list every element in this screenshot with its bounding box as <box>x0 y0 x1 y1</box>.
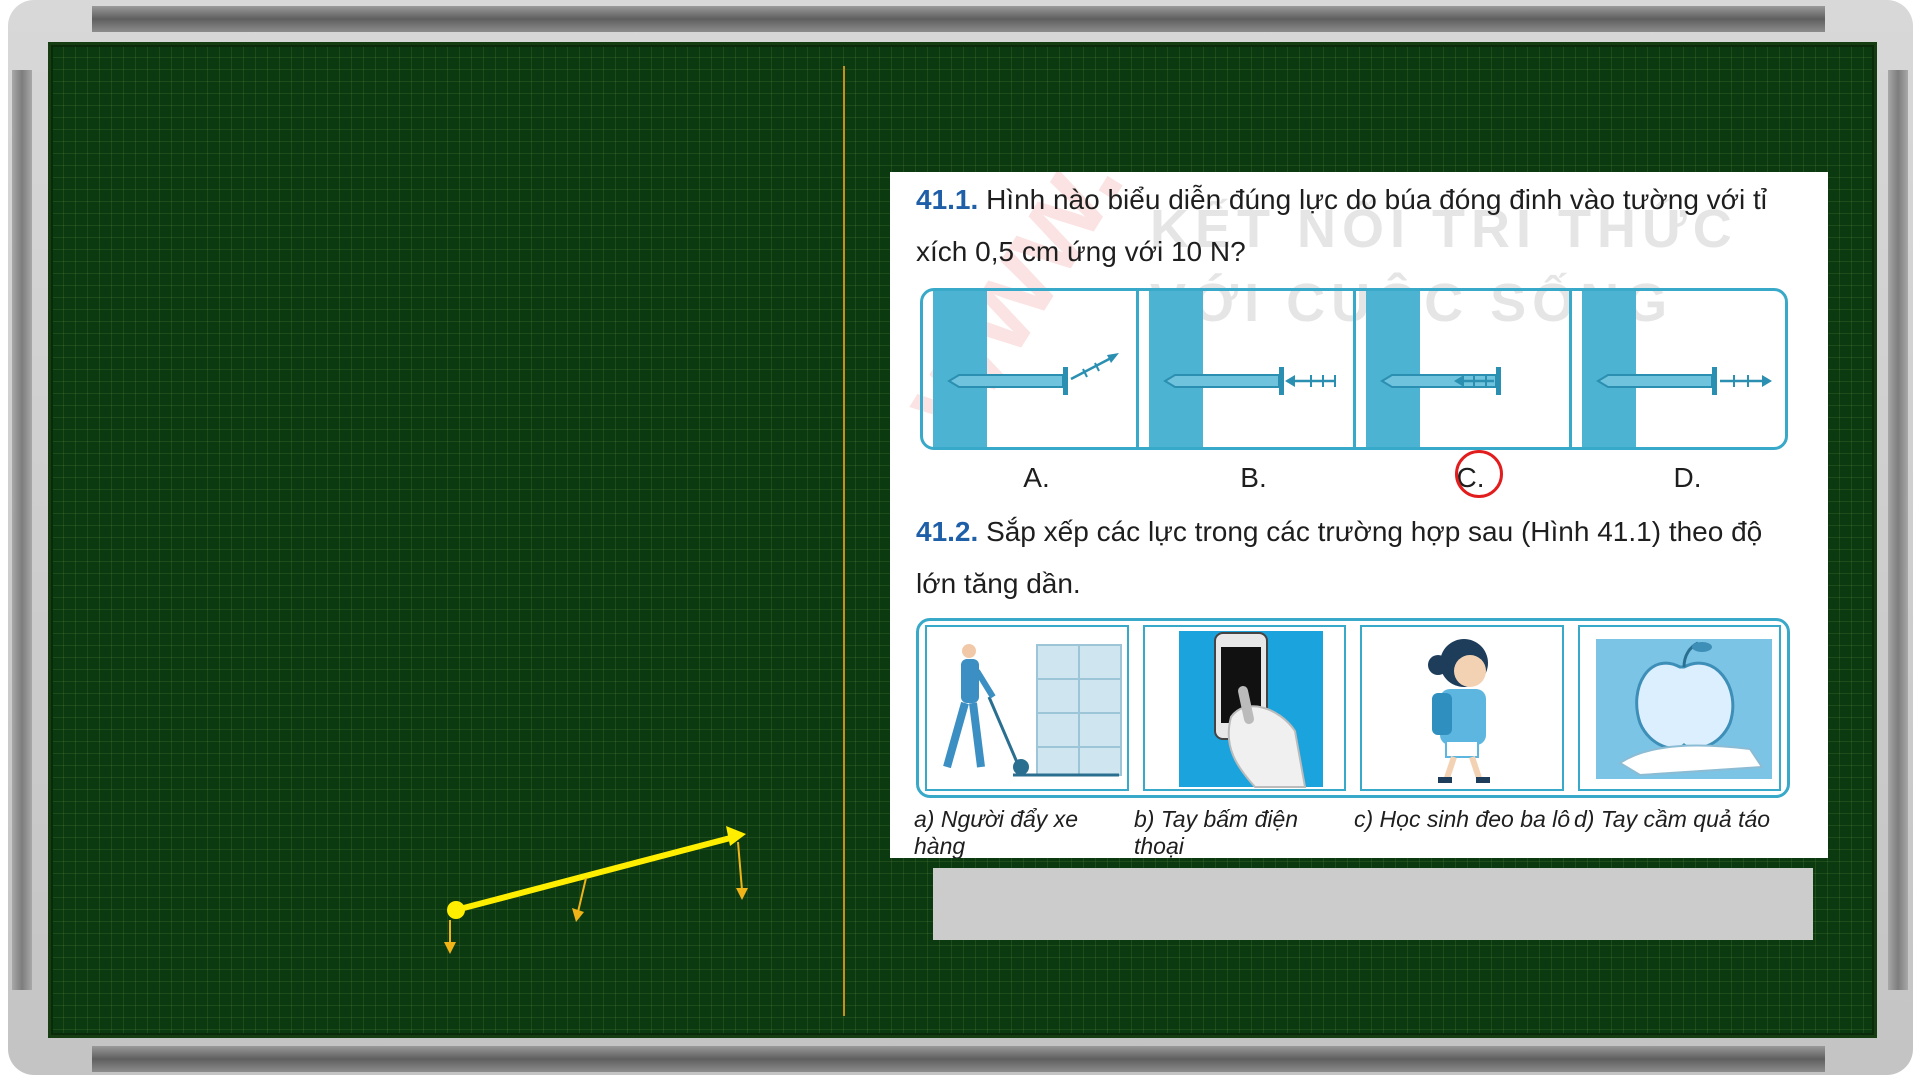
hand-apple-icon <box>1595 639 1772 779</box>
answer-options-box <box>920 288 1788 450</box>
question-number: 41.1. <box>916 184 979 215</box>
option-d-figure[interactable] <box>1572 291 1785 447</box>
caption-d: d) Tay cầm quả táo <box>1574 806 1771 832</box>
student-backpack-icon <box>1428 639 1490 783</box>
caption-a: a) Người đẩy xe hàng <box>914 806 1078 858</box>
force-origin-point <box>447 901 465 919</box>
person-cart-icon <box>943 644 1122 777</box>
small-arrow-3 <box>737 841 743 891</box>
option-b-label[interactable]: B. <box>1137 454 1354 502</box>
option-labels: A. B. C. D. <box>920 454 1788 502</box>
force-vector-line <box>455 833 739 913</box>
picture-hand-apple <box>1577 625 1781 791</box>
worksheet-panel: KẾT NỐI TRI THỨC VỚI CUỘC SỐNG www.E.Lib… <box>890 172 1828 858</box>
option-a-figure[interactable] <box>923 291 1140 447</box>
caption-c: c) Học sinh đeo ba lô <box>1354 806 1571 832</box>
option-b-figure[interactable] <box>1139 291 1356 447</box>
option-c-figure[interactable] <box>1356 291 1572 447</box>
question-text: Sắp xếp các lực trong các trường hợp sau… <box>916 516 1763 599</box>
hand-phone-icon <box>1178 631 1323 788</box>
question-41-1: 41.1. Hình nào biểu diễn đúng lực do búa… <box>916 174 1806 278</box>
picture-hand-phone <box>1142 625 1346 791</box>
selected-answer-circle <box>1455 450 1503 498</box>
question-41-2: 41.2. Sắp xếp các lực trong các trường h… <box>916 506 1806 610</box>
question-number: 41.2. <box>916 516 979 547</box>
picture-person-pushing-cart <box>925 625 1129 791</box>
option-d-label[interactable]: D. <box>1571 454 1788 502</box>
answer-box[interactable] <box>933 868 1813 940</box>
small-arrow-2 <box>577 877 587 913</box>
nail-icon <box>1595 367 1772 395</box>
nail-icon <box>1379 367 1501 395</box>
figure-captions: a) Người đẩy xe hàng b) Tay bấm điện tho… <box>914 806 1794 858</box>
caption-b: b) Tay bấm điện thoại <box>1134 806 1299 858</box>
picture-student-backpack <box>1360 625 1564 791</box>
force-vector-arrowhead <box>726 826 746 846</box>
question-text: Hình nào biểu diễn đúng lực do búa đóng … <box>916 184 1768 267</box>
figure-41-1-box <box>916 618 1790 798</box>
nail-icon <box>947 353 1119 395</box>
option-a-label[interactable]: A. <box>920 454 1137 502</box>
nail-icon <box>1163 367 1337 395</box>
